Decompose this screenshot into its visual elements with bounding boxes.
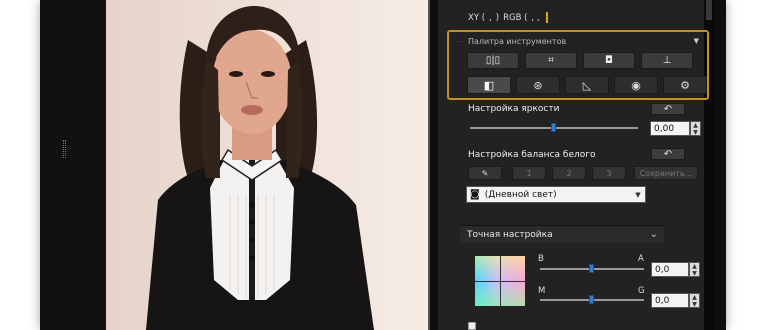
portrait-photo [106,0,428,330]
white-balance-select[interactable]: ◙ (Дневной свет) ▼ [466,186,646,203]
mg-value-field[interactable]: 0,0 [651,293,689,308]
drag-dots-icon: ⋯ [455,36,464,46]
stamp-icon: ⊥ [662,55,672,66]
eyedropper-button[interactable]: ✎ [468,166,502,180]
pixel-readout: XY ( , ) RGB ( , , [468,12,548,23]
settings-icon: ⚙ [680,78,690,92]
spin-down-icon[interactable]: ▼ [692,301,697,308]
brightness-title: Настройка яркости [468,104,560,114]
spin-down-icon[interactable]: ▼ [692,270,697,277]
collapse-arrow-icon[interactable]: ▼ [694,37,699,45]
palette-title: Палитра инструментов [468,36,567,46]
left-panel-strip [40,0,106,330]
brightness-slider-thumb[interactable] [551,123,556,132]
spin-up-icon[interactable]: ▲ [692,263,697,270]
wb-preset-2[interactable]: 2 [552,166,586,180]
rgb-separators: , , [531,13,540,23]
grid-v-axis [500,256,501,306]
eyedropper-icon: ✎ [481,168,489,178]
spin-up-icon[interactable]: ▲ [693,122,698,129]
image-preview[interactable] [106,0,428,330]
xy-label: XY ( [468,13,486,23]
scrollbar-thumb[interactable] [706,0,712,20]
brightness-value-field[interactable]: 0,00 [650,121,690,136]
double-chevron-icon[interactable]: ⌄ [650,229,658,240]
color-adjust-icon: ◉ [631,78,641,92]
tool-tab-3[interactable]: ◺ [565,76,609,94]
palette-header[interactable]: ⋯ Палитра инструментов ▼ [455,35,699,47]
axis-m-label: M [538,286,546,296]
mg-spinner[interactable]: ▲ ▼ [689,293,700,308]
camera-icon: ◙ [470,189,480,200]
white-balance-selected: (Дневной свет) [484,189,557,200]
rgb-label: RGB ( [503,13,528,23]
spin-down-icon[interactable]: ▼ [693,129,698,136]
text-cursor [545,12,548,23]
xy-close: ) [495,13,500,23]
mg-slider-thumb[interactable] [589,295,594,304]
tone-curve-icon: ◺ [582,78,592,92]
axis-b-label: B [538,254,544,264]
brightness-spinner[interactable]: ▲ ▼ [690,121,701,136]
tool-tabs-row: ◧ ⊛ ◺ ◉ ⚙ [467,76,707,94]
white-balance-title: Настройка баланса белого [468,150,596,160]
tool-tab-4[interactable]: ◉ [614,76,658,94]
wb-preset-3[interactable]: 3 [592,166,626,180]
compare-icon: ▯|▯ [485,55,501,66]
spot-removal-icon: ◘ [605,55,613,66]
panel-grip-handle[interactable] [63,140,66,158]
axis-g-label: G [638,286,645,296]
ba-spinner[interactable]: ▲ ▼ [689,262,700,277]
tool-button-4[interactable]: ⊥ [641,52,693,69]
reset-icon: ↶ [663,103,673,115]
option-checkbox[interactable] [468,322,476,330]
basic-adjust-icon: ◧ [483,78,495,92]
tool-button-3[interactable]: ◘ [583,52,635,69]
tool-tab-1[interactable]: ◧ [467,76,511,94]
ba-slider-thumb[interactable] [589,264,594,273]
lens-correction-icon: ⊛ [533,78,543,92]
crop-icon: ⌗ [548,55,554,66]
cut-off-option-row [468,322,476,330]
fine-tune-title: Точная настройка [467,229,553,240]
ba-value-field[interactable]: 0,0 [651,262,689,277]
color-balance-grid[interactable] [474,255,526,307]
tool-button-1[interactable]: ▯|▯ [467,52,519,69]
fine-tune-header[interactable]: Точная настройка ⌄ [460,225,664,243]
tool-tab-2[interactable]: ⊛ [516,76,560,94]
xy-separator: , [489,13,492,23]
wb-save-button[interactable]: Сохранить... [634,166,698,180]
tool-palette-highlight: ⋯ Палитра инструментов ▼ ▯|▯ ⌗ ◘ ⊥ ◧ ⊛ ◺ ◉ ⚙ [447,30,709,100]
white-balance-reset-button[interactable]: ↶ [651,148,685,160]
reset-icon: ↶ [663,148,673,160]
brightness-reset-button[interactable]: ↶ [651,103,685,115]
tool-button-2[interactable]: ⌗ [525,52,577,69]
axis-a-label: A [638,254,644,264]
tool-buttons-row: ▯|▯ ⌗ ◘ ⊥ [467,52,693,69]
chevron-down-icon[interactable]: ▼ [631,191,645,199]
preview-divider [428,0,430,330]
spin-up-icon[interactable]: ▲ [692,294,697,301]
tool-tab-5[interactable]: ⚙ [663,76,707,94]
wb-preset-1[interactable]: 1 [512,166,546,180]
